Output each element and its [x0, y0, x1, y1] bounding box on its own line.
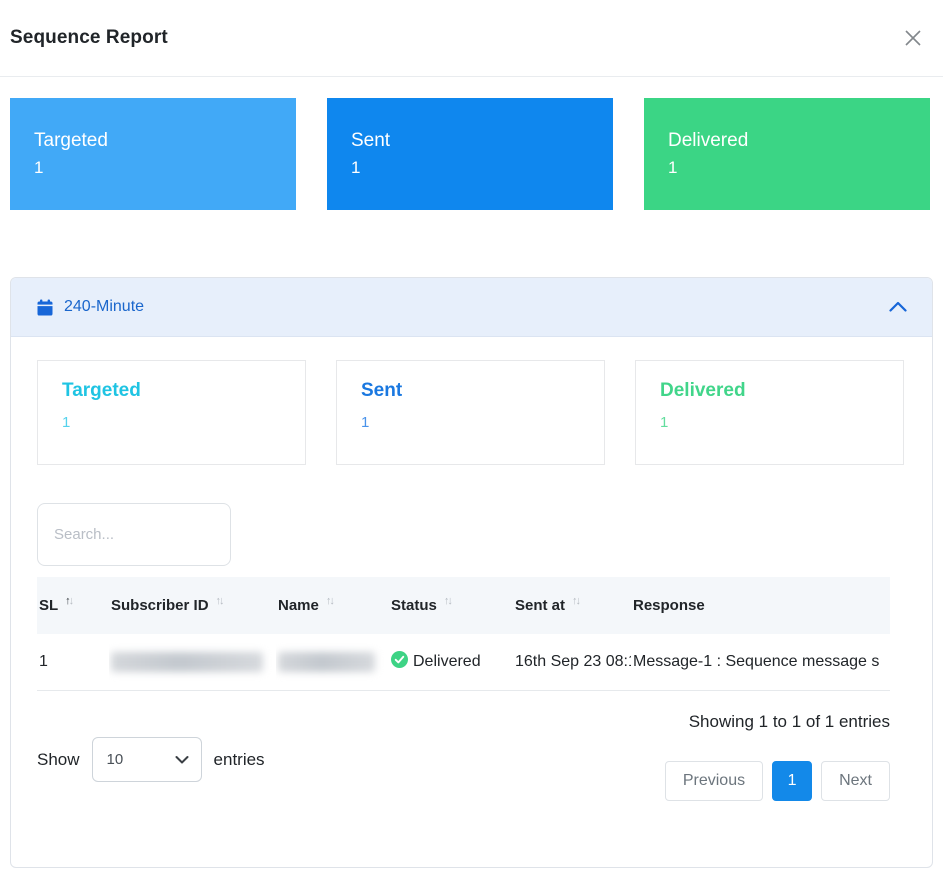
footer-right: Showing 1 to 1 of 1 entries Previous 1 N… — [665, 708, 890, 801]
summary-card-sent: Sent 1 — [327, 98, 613, 210]
previous-page-button[interactable]: Previous — [665, 761, 763, 801]
close-button[interactable] — [899, 24, 927, 52]
stat-card-sent: Sent 1 — [336, 360, 605, 465]
cell-response: Message-1 : Sequence message s — [631, 634, 890, 691]
chevron-up-icon[interactable] — [888, 300, 908, 314]
close-icon — [903, 36, 923, 51]
stat-card-delivered: Delivered 1 — [635, 360, 904, 465]
table-row: 1 — [37, 634, 890, 691]
column-header-response[interactable]: Response — [631, 577, 890, 634]
page-1-button[interactable]: 1 — [772, 761, 812, 801]
accordion-title: 240-Minute — [64, 298, 144, 316]
cell-sent-at: 16th Sep 23 08:18 — [513, 634, 631, 691]
stat-value: 1 — [62, 414, 281, 431]
column-header-status[interactable]: Status↑↓ — [389, 577, 513, 634]
sort-icon[interactable]: ↑↓ — [444, 595, 451, 607]
next-page-button[interactable]: Next — [821, 761, 890, 801]
page-size-group: Show 10 entries — [37, 718, 265, 801]
stat-card-targeted: Targeted 1 — [37, 360, 306, 465]
cell-name — [276, 634, 389, 691]
page-size-select-wrap: 10 — [92, 737, 202, 782]
summary-card-delivered: Delivered 1 — [644, 98, 930, 210]
sort-icon[interactable]: ↑↓ — [572, 595, 579, 607]
column-header-name[interactable]: Name↑↓ — [276, 577, 389, 634]
show-label: Show — [37, 750, 80, 770]
table-footer: Show 10 entries Showing 1 to 1 of 1 entr… — [37, 708, 890, 801]
showing-entries-text: Showing 1 to 1 of 1 entries — [689, 712, 890, 732]
card-value: 1 — [351, 158, 589, 178]
cell-subscriber-id — [109, 634, 276, 691]
column-header-sl[interactable]: SL↑↓ — [37, 577, 109, 634]
summary-cards-row: Targeted 1 Sent 1 Delivered 1 — [10, 98, 930, 210]
stat-value: 1 — [660, 414, 879, 431]
stat-label: Sent — [361, 380, 580, 402]
stat-label: Delivered — [660, 380, 879, 402]
column-header-subscriber-id[interactable]: Subscriber ID↑↓ — [109, 577, 276, 634]
sort-icon[interactable]: ↑↓ — [65, 595, 72, 607]
sort-icon[interactable]: ↑↓ — [326, 595, 333, 607]
table-header-row: SL↑↓ Subscriber ID↑↓ Name↑↓ Status↑↓ Sen… — [37, 577, 890, 634]
check-circle-icon — [391, 651, 408, 673]
pagination: Previous 1 Next — [665, 761, 890, 801]
cell-sl: 1 — [37, 634, 109, 691]
entries-label: entries — [214, 750, 265, 770]
report-table: SL↑↓ Subscriber ID↑↓ Name↑↓ Status↑↓ Sen… — [37, 577, 890, 691]
redacted-name — [278, 652, 375, 672]
stat-label: Targeted — [62, 380, 281, 402]
summary-card-targeted: Targeted 1 — [10, 98, 296, 210]
card-label: Targeted — [34, 130, 272, 152]
card-label: Delivered — [668, 130, 906, 152]
calendar-icon — [37, 299, 53, 316]
card-value: 1 — [34, 158, 272, 178]
page-size-select[interactable]: 10 — [93, 738, 201, 781]
cell-status: Delivered — [389, 634, 513, 691]
status-badge: Delivered — [413, 653, 481, 671]
accordion-body: Targeted 1 Sent 1 Delivered 1 SL↑↓ — [11, 337, 932, 867]
stat-value: 1 — [361, 414, 580, 431]
accordion-header-240-minute[interactable]: 240-Minute — [11, 278, 932, 337]
card-value: 1 — [668, 158, 906, 178]
page-title: Sequence Report — [10, 27, 168, 49]
modal-header: Sequence Report — [0, 0, 943, 77]
redacted-subscriber-id — [111, 652, 263, 672]
search-input[interactable] — [37, 503, 231, 566]
inner-stat-cards-row: Targeted 1 Sent 1 Delivered 1 — [37, 360, 904, 465]
sequence-step-panel: 240-Minute Targeted 1 Sent 1 Delivered 1 — [10, 277, 933, 868]
column-header-sent-at[interactable]: Sent at↑↓ — [513, 577, 631, 634]
sort-icon[interactable]: ↑↓ — [216, 595, 223, 607]
card-label: Sent — [351, 130, 589, 152]
